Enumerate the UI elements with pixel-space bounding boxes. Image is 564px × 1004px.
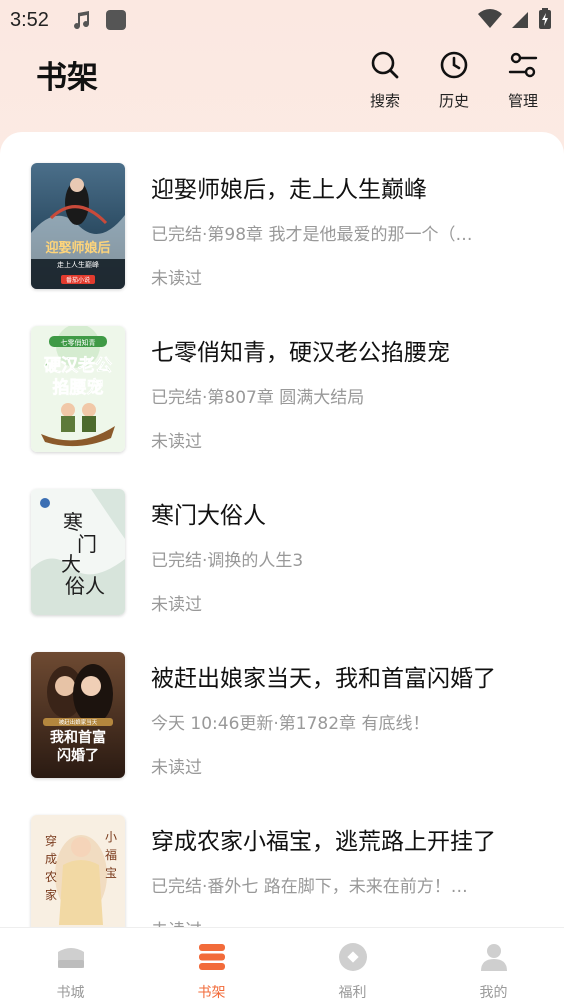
book-item[interactable]: 被赶出娘家当天 我和首富 闪婚了 被赶出娘家当天，我和首富闪婚了 今天 10:4…: [0, 621, 564, 778]
read-status: 未读过: [151, 758, 202, 778]
music-note-icon: [71, 9, 93, 31]
book-title: 迎娶师娘后，走上人生巅峰: [151, 177, 427, 203]
svg-text:成: 成: [45, 852, 57, 866]
nav-label-bookstore: 书城: [56, 985, 85, 1001]
book-item[interactable]: 迎娶师娘后 走上人生巅峰 番茄小说 迎娶师娘后，走上人生巅峰 已完结·第98章 …: [0, 132, 564, 289]
read-status: 未读过: [151, 269, 202, 289]
manage-icon: [508, 50, 538, 84]
nav-item-bookshelf[interactable]: 书架: [141, 928, 282, 1004]
status-indicators: [478, 8, 552, 35]
book-item[interactable]: 穿 成 农 家 小 福 宝 穿成农家小福宝，逃荒路上开挂了 已完结·番外七 路在…: [0, 784, 564, 927]
nav-label-profile: 我的: [479, 985, 508, 1001]
book-title: 穿成农家小福宝，逃荒路上开挂了: [151, 829, 496, 855]
history-button[interactable]: 历史: [424, 44, 484, 110]
status-time: 3:52: [10, 8, 49, 31]
svg-text:被赶出娘家当天: 被赶出娘家当天: [59, 718, 98, 726]
nav-item-profile[interactable]: 我的: [423, 928, 564, 1004]
book-cover[interactable]: 七零俏知青 硬汉老公 掐腰宠: [31, 326, 125, 452]
header: 书架 搜索 历史 管理: [0, 40, 564, 132]
book-title: 七零俏知青，硬汉老公掐腰宠: [151, 340, 450, 366]
bookshelf-icon: [195, 940, 229, 978]
book-meta: 已完结·调换的人生3: [151, 551, 304, 571]
clock-icon: [439, 50, 469, 84]
nav-label-welfare: 福利: [338, 985, 367, 1001]
svg-text:我和首富: 我和首富: [50, 729, 106, 746]
profile-icon: [477, 940, 511, 978]
book-meta: 已完结·第98章 我才是他最爱的那一个（…: [151, 225, 473, 245]
svg-text:俗人: 俗人: [65, 574, 105, 598]
battery-icon: [538, 8, 552, 35]
book-meta: 已完结·第807章 圆满大结局: [151, 388, 365, 408]
svg-text:宝: 宝: [105, 866, 117, 880]
svg-text:闪婚了: 闪婚了: [57, 747, 99, 764]
bookshelf-list: 迎娶师娘后 走上人生巅峰 番茄小说 迎娶师娘后，走上人生巅峰 已完结·第98章 …: [0, 132, 564, 927]
nav-label-bookshelf: 书架: [197, 985, 226, 1001]
search-label: 搜索: [369, 92, 400, 110]
svg-text:迎娶师娘后: 迎娶师娘后: [45, 240, 110, 256]
svg-text:家: 家: [45, 887, 57, 902]
book-cover[interactable]: 寒 门 大 俗人: [31, 489, 125, 615]
read-status: 未读过: [151, 432, 202, 452]
book-cover[interactable]: 穿 成 农 家 小 福 宝: [31, 815, 125, 927]
signal-icon: [510, 9, 530, 34]
svg-text:福: 福: [105, 847, 117, 862]
book-cover[interactable]: 迎娶师娘后 走上人生巅峰 番茄小说: [31, 163, 125, 289]
svg-text:小: 小: [105, 830, 117, 844]
svg-text:大: 大: [61, 552, 81, 576]
status-bar: 3:52: [0, 0, 564, 40]
svg-text:番茄小说: 番茄小说: [66, 276, 90, 284]
bottom-nav: 书城 书架 福利 我的: [0, 927, 564, 1004]
book-meta: 今天 10:46更新·第1782章 有底线！: [151, 714, 430, 734]
welfare-icon: [336, 940, 370, 978]
svg-text:掐腰宠: 掐腰宠: [53, 377, 104, 398]
read-status: 未读过: [151, 916, 202, 927]
search-icon: [370, 50, 400, 84]
manage-label: 管理: [507, 92, 538, 110]
nav-item-bookstore[interactable]: 书城: [0, 928, 141, 1004]
svg-text:寒: 寒: [63, 510, 83, 534]
svg-text:穿: 穿: [45, 833, 57, 848]
history-label: 历史: [438, 92, 469, 110]
bookstore-icon: [54, 940, 88, 978]
book-cover[interactable]: 被赶出娘家当天 我和首富 闪婚了: [31, 652, 125, 778]
search-button[interactable]: 搜索: [355, 44, 415, 110]
book-title: 被赶出娘家当天，我和首富闪婚了: [151, 666, 496, 692]
read-status: 未读过: [151, 595, 202, 615]
svg-text:走上人生巅峰: 走上人生巅峰: [57, 260, 99, 269]
nav-item-welfare[interactable]: 福利: [282, 928, 423, 1004]
page-title: 书架: [36, 60, 98, 96]
book-item[interactable]: 七零俏知青 硬汉老公 掐腰宠 七零俏知青，硬汉老公掐腰宠 已完结·第807章 圆…: [0, 295, 564, 452]
svg-text:七零俏知青: 七零俏知青: [61, 338, 96, 347]
svg-text:农: 农: [45, 870, 57, 884]
book-item[interactable]: 寒 门 大 俗人 寒门大俗人 已完结·调换的人生3 未读过: [0, 458, 564, 615]
manage-button[interactable]: 管理: [493, 44, 553, 110]
svg-text:硬汉老公: 硬汉老公: [44, 355, 112, 376]
wifi-icon: [478, 9, 502, 34]
book-title: 寒门大俗人: [151, 503, 266, 529]
app-notification-icon: [105, 9, 127, 31]
book-meta: 已完结·番外七 路在脚下，未来在前方！…: [151, 877, 468, 897]
